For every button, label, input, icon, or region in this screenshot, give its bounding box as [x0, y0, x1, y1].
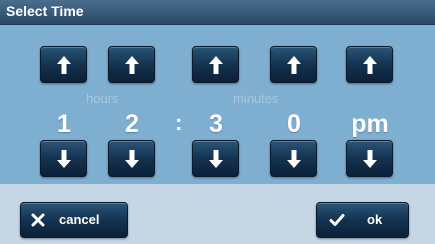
hour-ones-value: 2 [125, 110, 139, 138]
minute-ones-down-button[interactable] [270, 140, 317, 177]
cancel-button[interactable]: cancel [20, 202, 128, 238]
minute-ones-value: 0 [287, 110, 301, 138]
x-icon [31, 213, 45, 227]
arrow-up-icon [208, 55, 223, 74]
dialog-title: Select Time [6, 3, 84, 19]
dialog-footer: cancel ok [0, 184, 435, 244]
minute-tens-up-button[interactable] [192, 46, 239, 83]
time-picker-panel: hours minutes 1 2 : 3 0 pm [0, 25, 435, 184]
ampm-up-button[interactable] [346, 46, 393, 83]
hour-tens-value: 1 [57, 110, 71, 138]
arrow-down-icon [56, 149, 71, 168]
minute-ones-up-button[interactable] [270, 46, 317, 83]
minute-tens-down-button[interactable] [192, 140, 239, 177]
hour-tens-up-button[interactable] [40, 46, 87, 83]
arrow-down-icon [124, 149, 139, 168]
ok-button[interactable]: ok [316, 202, 409, 238]
hour-ones-up-button[interactable] [108, 46, 155, 83]
title-bar: Select Time [0, 0, 435, 25]
arrow-down-icon [286, 149, 301, 168]
arrow-up-icon [362, 55, 377, 74]
arrow-down-icon [208, 149, 223, 168]
minutes-label: minutes [233, 91, 279, 106]
select-time-dialog: Select Time hours minutes 1 2 : 3 0 pm c… [0, 0, 435, 244]
arrow-up-icon [124, 55, 139, 74]
ampm-down-button[interactable] [346, 140, 393, 177]
arrow-up-icon [56, 55, 71, 74]
cancel-label: cancel [59, 212, 100, 227]
hour-tens-down-button[interactable] [40, 140, 87, 177]
hour-ones-down-button[interactable] [108, 140, 155, 177]
time-separator: : [175, 110, 183, 135]
arrow-down-icon [362, 149, 377, 168]
ok-label: ok [367, 212, 383, 227]
ampm-value: pm [351, 110, 389, 138]
arrow-up-icon [286, 55, 301, 74]
hours-label: hours [86, 91, 119, 106]
checkmark-icon [329, 214, 345, 226]
minute-tens-value: 3 [209, 110, 223, 138]
